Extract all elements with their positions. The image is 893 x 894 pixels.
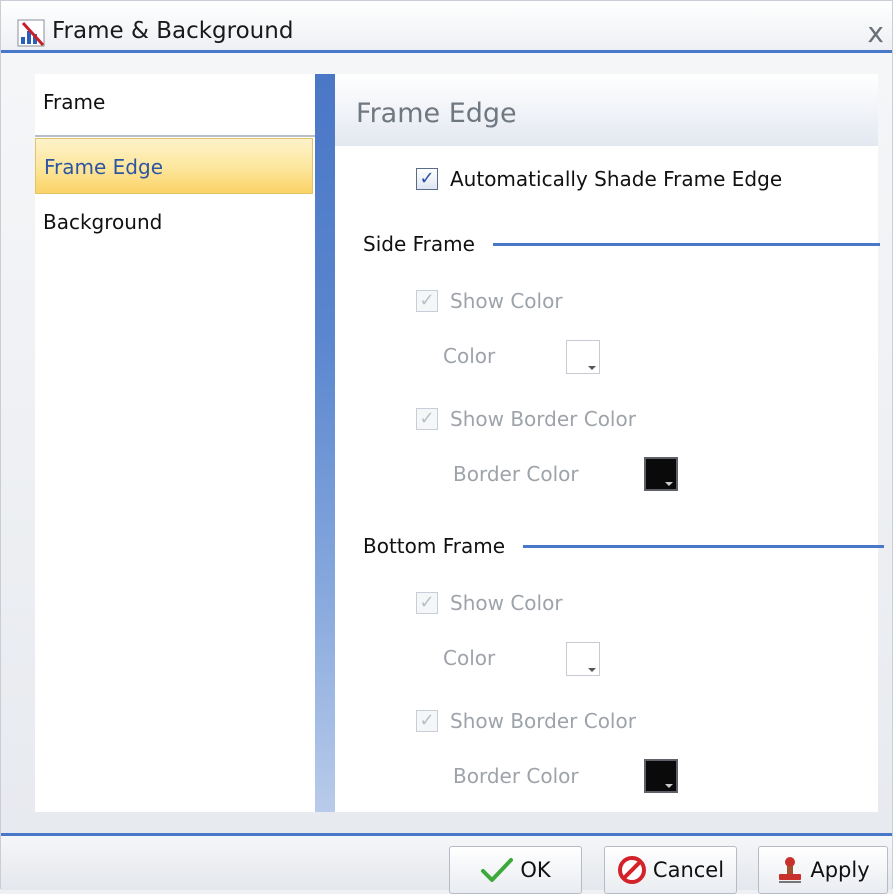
- apply-label: Apply: [810, 858, 870, 882]
- section-divider: [492, 242, 880, 246]
- nav-item-background[interactable]: Background: [35, 194, 313, 250]
- side-border-color-label: Border Color: [453, 462, 579, 486]
- apply-stamp-icon: [779, 857, 802, 883]
- dropdown-arrow-icon: [588, 366, 596, 370]
- nav-divider: [35, 135, 316, 137]
- apply-button[interactable]: Apply: [758, 846, 888, 894]
- ok-button[interactable]: OK: [449, 846, 582, 894]
- dialog-footer: OK Cancel Apply: [1, 833, 892, 894]
- title-bar: Frame & Background x: [1, 1, 892, 53]
- dropdown-arrow-icon: [665, 784, 673, 788]
- side-frame-section-header: Side Frame: [363, 229, 880, 259]
- bottom-border-color-picker[interactable]: [644, 759, 678, 793]
- auto-shade-label: Automatically Shade Frame Edge: [450, 167, 783, 191]
- settings-panel: Frame Edge ✓ Automatically Shade Frame E…: [335, 74, 885, 812]
- nav-item-frame[interactable]: Frame: [35, 74, 313, 130]
- bottom-show-color-checkbox[interactable]: ✓ Show Color: [416, 590, 563, 616]
- panel-header: Frame Edge: [335, 74, 878, 146]
- cancel-button[interactable]: Cancel: [604, 846, 737, 894]
- checkbox-check-icon: ✓: [416, 168, 438, 190]
- checkbox-check-icon: ✓: [416, 290, 438, 312]
- side-border-color-picker[interactable]: [644, 457, 678, 491]
- side-color-picker[interactable]: [566, 340, 600, 374]
- category-nav: Frame Frame Edge Background: [35, 74, 316, 812]
- side-frame-heading: Side Frame: [363, 232, 475, 256]
- side-show-color-label: Show Color: [450, 289, 563, 313]
- bottom-show-border-color-label: Show Border Color: [450, 709, 636, 733]
- bottom-show-border-color-checkbox[interactable]: ✓ Show Border Color: [416, 708, 636, 734]
- panel-title: Frame Edge: [356, 98, 517, 129]
- checkbox-check-icon: ✓: [416, 710, 438, 732]
- nav-item-frame-edge[interactable]: Frame Edge: [35, 138, 313, 194]
- dropdown-arrow-icon: [665, 482, 673, 486]
- window-title: Frame & Background: [52, 18, 294, 44]
- bottom-frame-heading: Bottom Frame: [363, 534, 506, 558]
- side-color-label: Color: [443, 344, 496, 368]
- auto-shade-checkbox[interactable]: ✓ Automatically Shade Frame Edge: [416, 166, 782, 192]
- bottom-color-picker[interactable]: [566, 642, 600, 676]
- cancel-icon: [617, 856, 646, 884]
- section-divider: [523, 544, 885, 548]
- checkbox-check-icon: ✓: [416, 408, 438, 430]
- dropdown-arrow-icon: [588, 668, 596, 672]
- panel-accent-stripe: [315, 74, 335, 812]
- frame-background-dialog: Frame & Background x Frame Frame Edge Ba…: [0, 0, 893, 894]
- side-show-border-color-label: Show Border Color: [450, 407, 636, 431]
- bottom-frame-section-header: Bottom Frame: [363, 531, 885, 561]
- bottom-show-color-label: Show Color: [450, 591, 563, 615]
- bottom-border-color-label: Border Color: [453, 764, 579, 788]
- chart-edit-icon: [17, 19, 45, 47]
- close-button[interactable]: x: [867, 19, 884, 47]
- side-show-color-checkbox[interactable]: ✓ Show Color: [416, 288, 563, 314]
- side-show-border-color-checkbox[interactable]: ✓ Show Border Color: [416, 406, 636, 432]
- checkbox-check-icon: ✓: [416, 592, 438, 614]
- cancel-label: Cancel: [652, 858, 725, 882]
- ok-label: OK: [520, 858, 551, 882]
- checkmark-icon: [481, 858, 514, 882]
- bottom-color-label: Color: [443, 646, 496, 670]
